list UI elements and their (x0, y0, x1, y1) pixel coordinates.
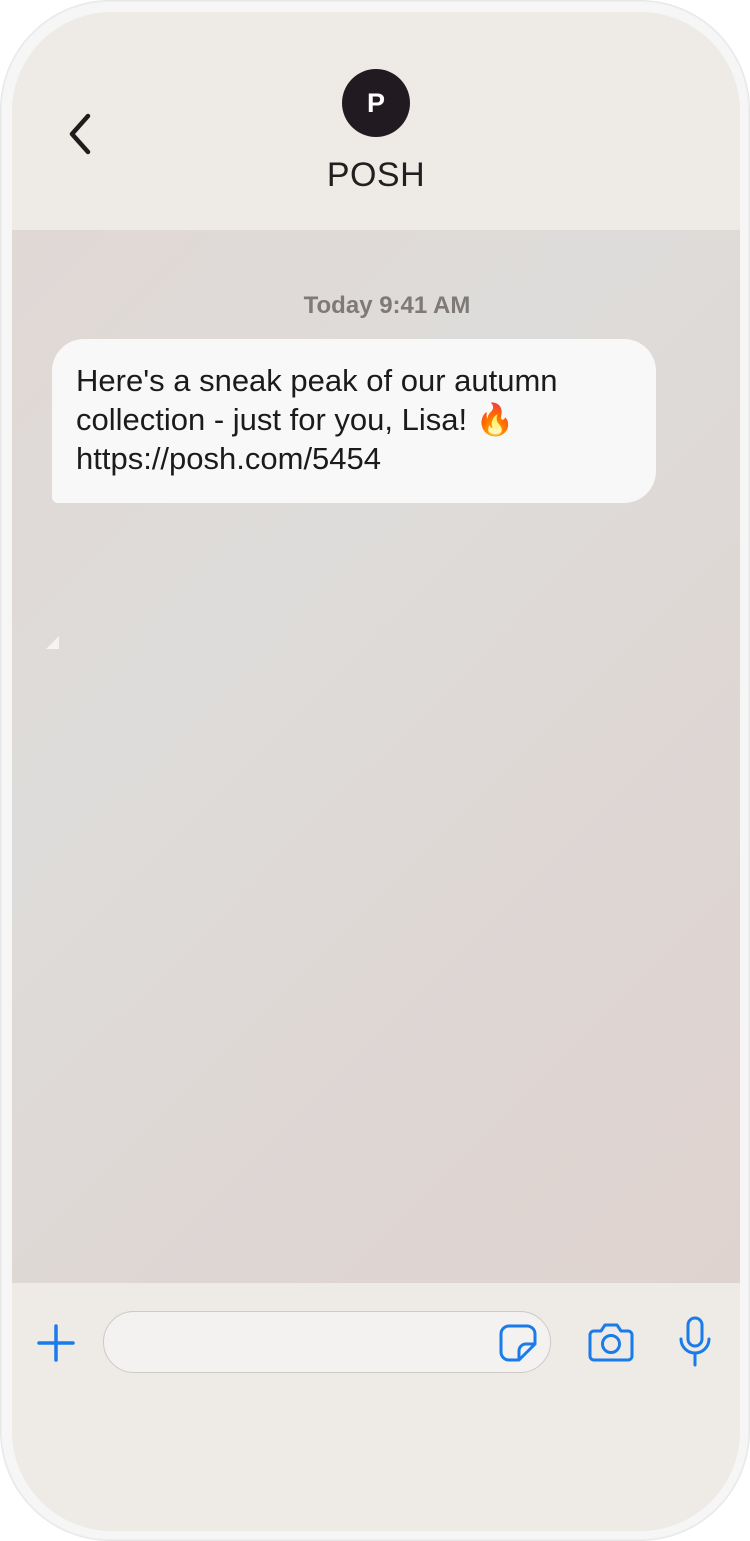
chevron-left-icon (69, 113, 91, 155)
incoming-message-bubble[interactable]: Here's a sneak peak of our autumn collec… (52, 339, 656, 503)
sticker-icon (499, 1324, 537, 1362)
message-timestamp: Today 9:41 AM (303, 292, 471, 319)
bubble-tail (46, 636, 59, 649)
camera-icon (588, 1323, 634, 1362)
camera-button[interactable] (588, 1320, 634, 1364)
sticker-button[interactable] (498, 1323, 538, 1363)
phone-frame: P POSH Today 9:41 AM Here's a sneak peak… (0, 0, 750, 1541)
conversation-header: P POSH (12, 12, 740, 230)
message-input[interactable] (103, 1311, 551, 1373)
message-text-line: collection - just for you, Lisa! 🔥 (76, 402, 515, 437)
message-link[interactable]: https://posh.com/5454 (76, 439, 632, 478)
contact-name[interactable]: POSH (12, 156, 740, 195)
chat-area: Today 9:41 AM Here's a sneak peak of our… (12, 230, 740, 1283)
back-button[interactable] (60, 104, 104, 164)
phone-screen: P POSH Today 9:41 AM Here's a sneak peak… (12, 12, 740, 1531)
message-composer (12, 1283, 740, 1531)
microphone-icon (679, 1316, 711, 1367)
plus-icon (37, 1324, 75, 1362)
avatar[interactable]: P (342, 69, 410, 137)
plus-button[interactable] (36, 1323, 76, 1363)
microphone-button[interactable] (678, 1316, 712, 1368)
message-text-line: Here's a sneak peak of our autumn (76, 363, 558, 398)
avatar-initial: P (366, 87, 385, 118)
